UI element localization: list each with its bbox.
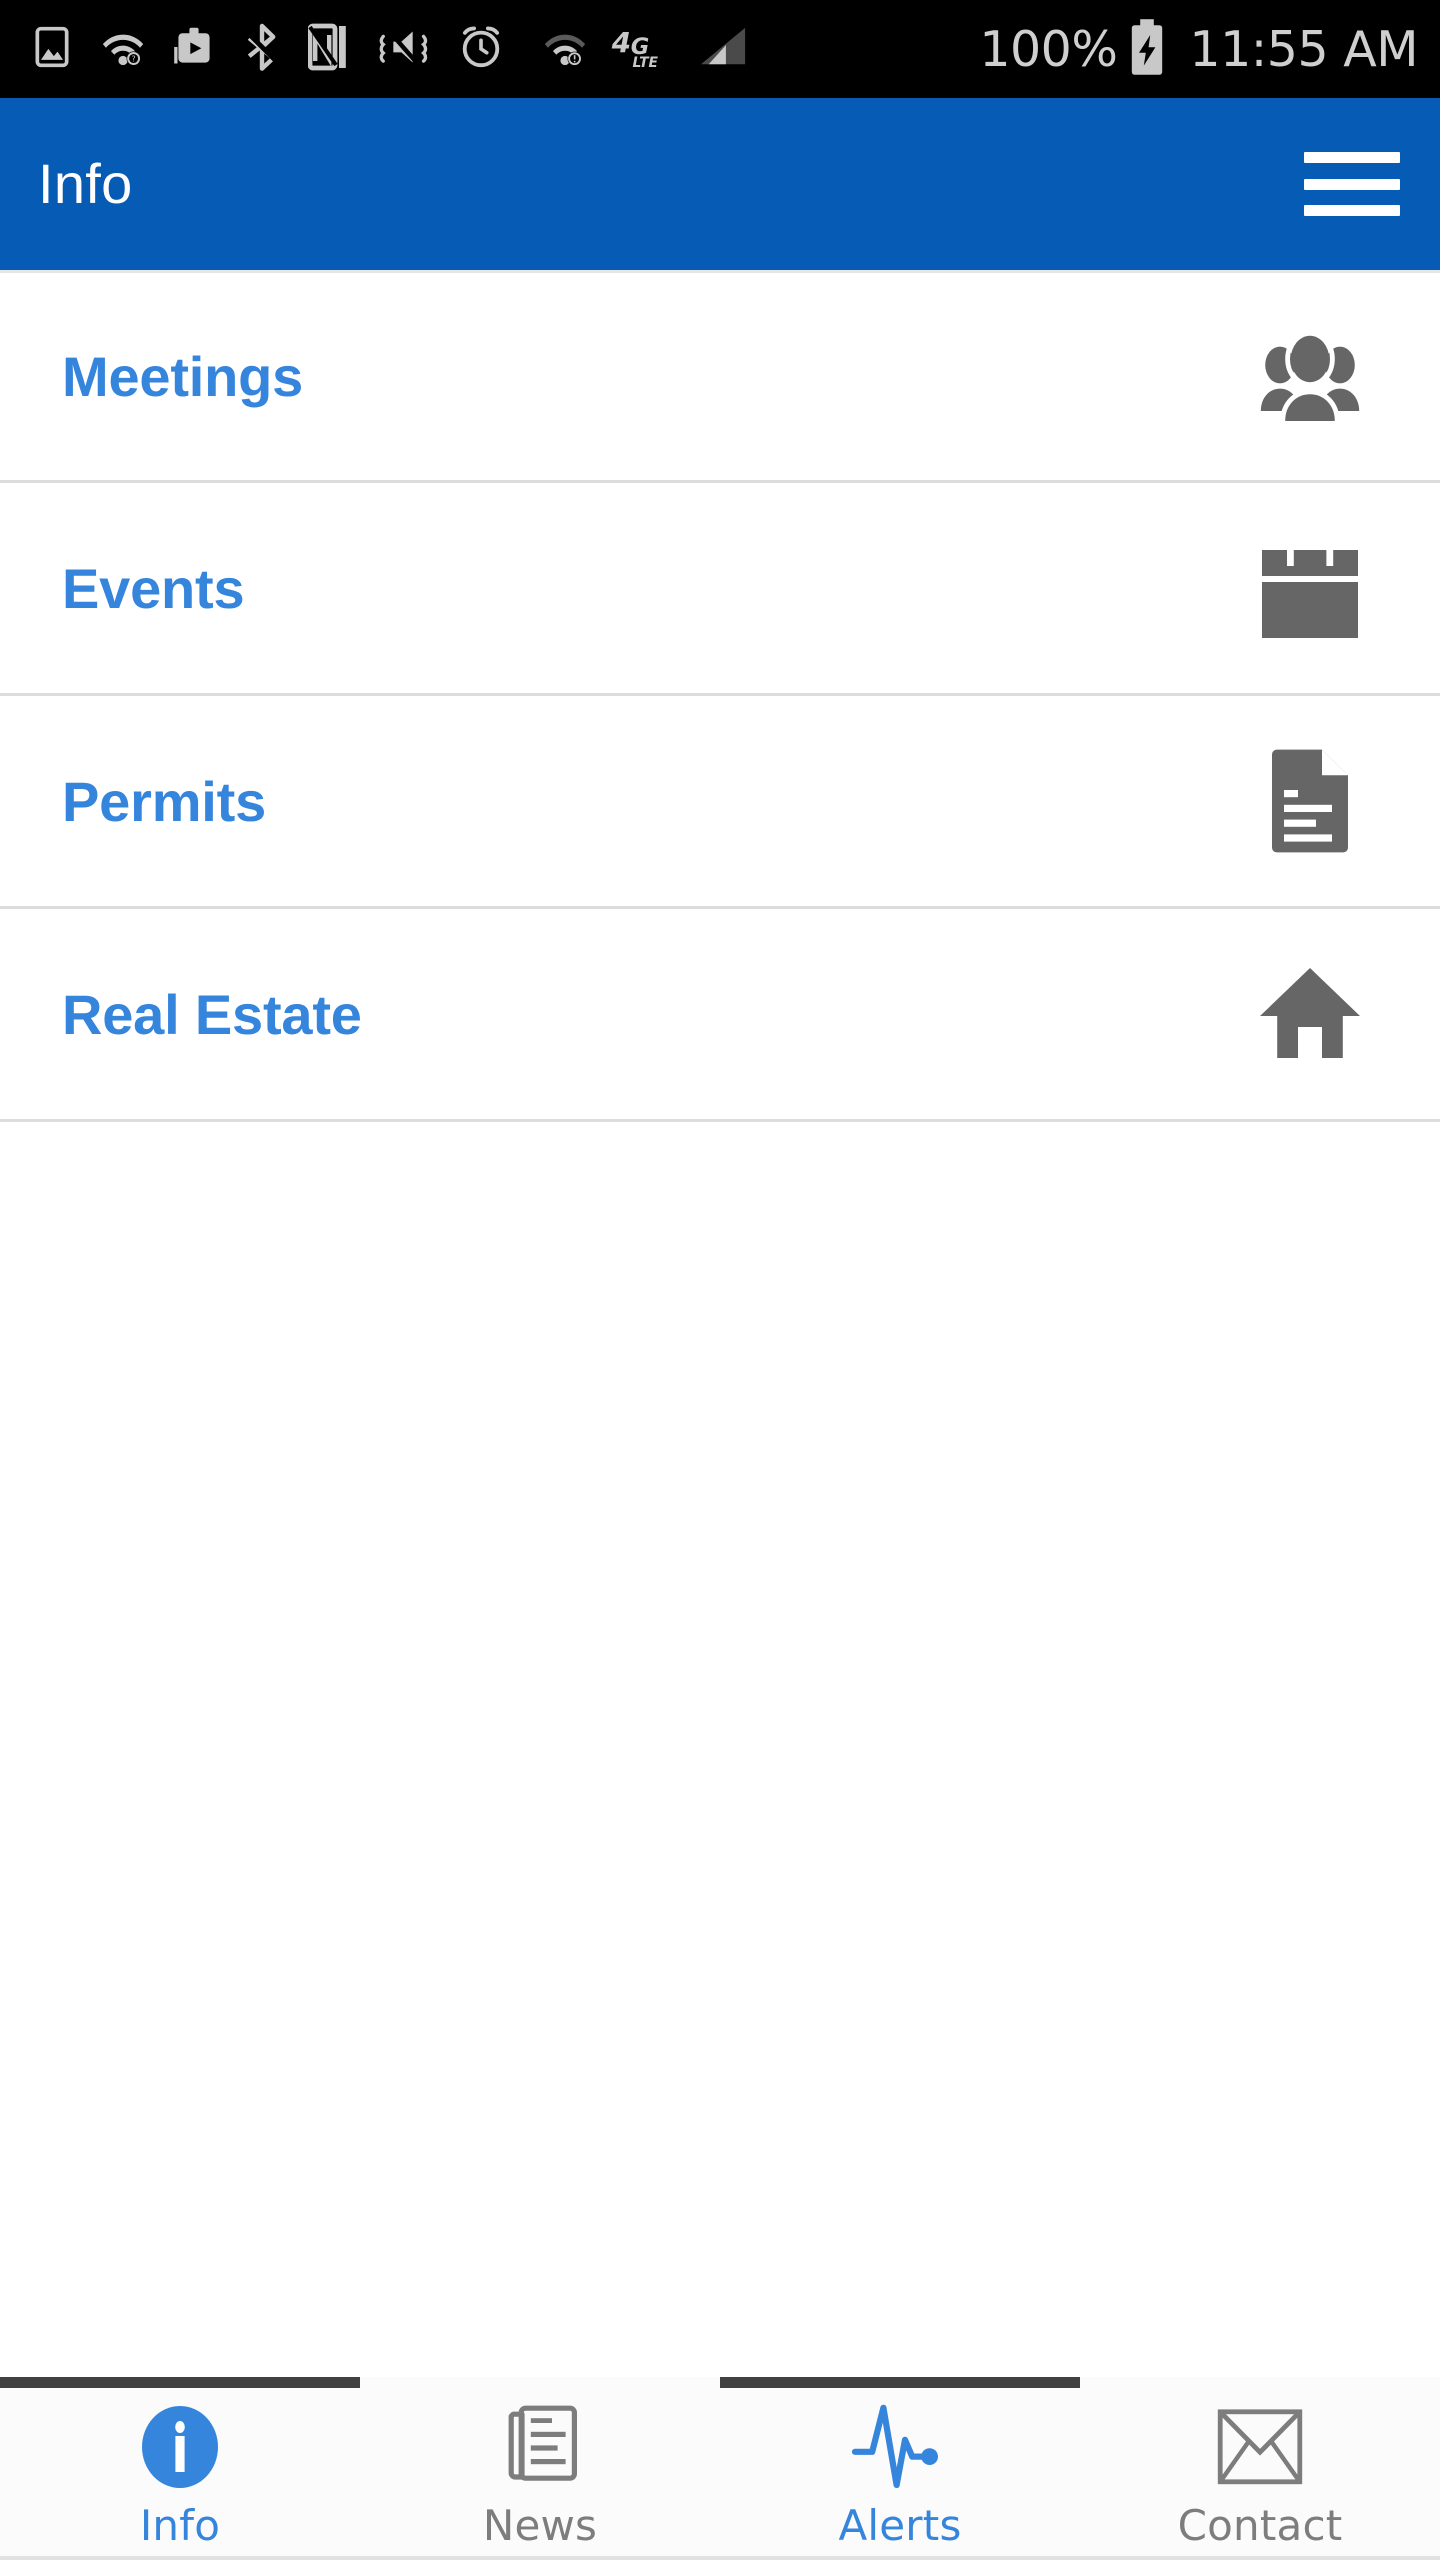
list-item-meetings[interactable]: Meetings — [0, 270, 1440, 483]
list-item-label: Permits — [62, 769, 267, 833]
home-icon — [1250, 954, 1370, 1074]
list-item-permits[interactable]: Permits — [0, 696, 1440, 909]
bluetooth-icon — [242, 23, 282, 76]
svg-text:?: ? — [132, 54, 136, 63]
empty-content-area — [0, 1122, 1440, 2377]
tab-news[interactable]: News — [360, 2377, 720, 2556]
page-title: Info — [38, 152, 133, 215]
news-paper-icon — [502, 2405, 578, 2489]
4g-lte-icon: 4 G LTE — [610, 24, 662, 75]
vibrate-mute-icon — [374, 25, 432, 74]
tab-label-alerts: Alerts — [838, 2501, 962, 2550]
people-group-icon — [1250, 317, 1370, 437]
calendar-icon — [1250, 528, 1370, 648]
battery-percent-label: 100% — [979, 20, 1118, 78]
info-circle-icon — [138, 2405, 222, 2489]
list-item-events[interactable]: Events — [0, 483, 1440, 696]
clock-label: 11:55 AM — [1189, 20, 1418, 78]
status-bar: ? 4 G LTE 100% 11:55 AM — [0, 0, 1440, 98]
list-item-label: Events — [62, 556, 245, 620]
tab-label-news: News — [482, 2501, 598, 2550]
tab-contact[interactable]: Contact — [1080, 2377, 1440, 2556]
screen-cast-icon — [172, 25, 216, 74]
tab-alerts[interactable]: Alerts — [720, 2377, 1080, 2556]
hamburger-bar — [1304, 152, 1400, 163]
alarm-icon — [458, 24, 504, 75]
list-item-real-estate[interactable]: Real Estate — [0, 909, 1440, 1122]
list-item-label: Real Estate — [62, 982, 362, 1046]
status-bar-right: 100% 11:55 AM — [979, 18, 1418, 81]
svg-text:4: 4 — [611, 26, 631, 59]
signal-bars-icon — [698, 24, 750, 75]
list-item-label: Meetings — [62, 345, 304, 408]
bottom-tab-bar: Info News Alerts Contact — [0, 2377, 1440, 2560]
status-bar-icons: ? 4 G LTE — [30, 23, 979, 76]
app-bar: Info — [0, 98, 1440, 270]
tab-info[interactable]: Info — [0, 2377, 360, 2556]
envelope-icon — [1217, 2405, 1303, 2489]
document-icon — [1250, 741, 1370, 861]
svg-text:LTE: LTE — [633, 54, 659, 69]
hamburger-bar — [1304, 178, 1400, 190]
nfc-icon — [307, 23, 348, 76]
pulse-wave-icon — [852, 2404, 948, 2489]
app-root: ? 4 G LTE 100% 11:55 AM Info Meetings Ev… — [0, 0, 1440, 2560]
wifi-calling-icon: ? — [100, 27, 146, 72]
battery-charging-icon — [1127, 18, 1167, 81]
image-icon — [30, 25, 74, 74]
info-list: Meetings Events Permits Real Estate — [0, 270, 1440, 1122]
hamburger-bar — [1304, 205, 1400, 216]
tab-label-info: Info — [139, 2501, 221, 2550]
tab-label-contact: Contact — [1177, 2501, 1343, 2550]
wifi-icon — [542, 27, 588, 72]
hamburger-menu-icon[interactable] — [1304, 148, 1400, 220]
